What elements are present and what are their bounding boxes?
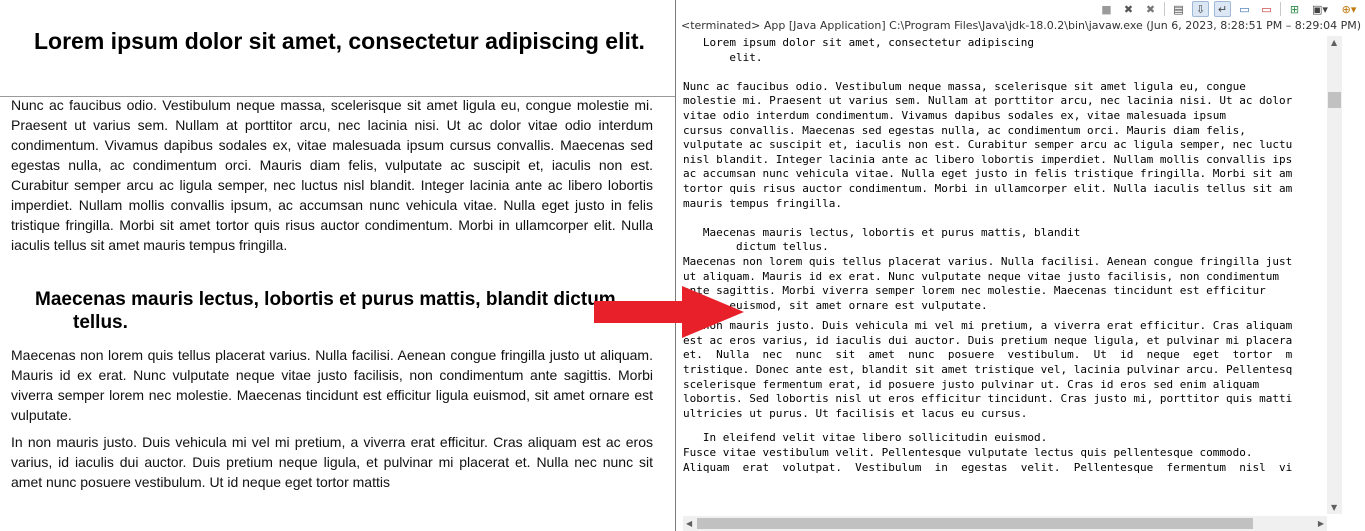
arrow-shape: [594, 286, 744, 338]
document-heading-2: Maecenas mauris lectus, lobortis et puru…: [35, 289, 616, 333]
console-output-block: Maecenas mauris lectus, lobortis et puru…: [683, 225, 1293, 312]
scroll-up-icon[interactable]: ▲: [1331, 38, 1337, 47]
display-console-icon[interactable]: ▣▾: [1308, 1, 1332, 17]
remove-all-icon[interactable]: ✖: [1142, 1, 1159, 17]
terminate-icon[interactable]: ■: [1098, 1, 1115, 17]
document-paragraph-1: Nunc ac faucibus odio. Vestibulum neque …: [11, 97, 653, 253]
console-output-block: Lorem ipsum dolor sit amet, consectetur …: [702, 36, 1035, 64]
red-arrow-annotation-icon: [594, 286, 744, 338]
console-output[interactable]: Lorem ipsum dolor sit amet, consectetur …: [683, 36, 1327, 514]
console-spacer: [683, 421, 1327, 431]
console-output-block: In non mauris justo. Duis vehicula mi ve…: [683, 319, 1293, 420]
vertical-scrollbar[interactable]: ▲ ▼: [1327, 36, 1342, 514]
console-toolbar: ■ ✖ ✖ ▤ ⇩ ↵ ▭ ▭ ⊞ ▣▾ ⊕▾: [677, 0, 1365, 18]
console-launch-status: <terminated> App [Java Application] C:\P…: [681, 19, 1365, 32]
horizontal-scroll-thumb[interactable]: [697, 518, 1253, 529]
open-console-icon[interactable]: ⊕▾: [1337, 1, 1361, 17]
word-wrap-icon[interactable]: ↵: [1214, 1, 1231, 17]
document-heading-1: Lorem ipsum dolor sit amet, consectetur …: [34, 28, 645, 54]
toolbar-separator: [1280, 2, 1281, 16]
horizontal-scrollbar[interactable]: ◀ ▶: [683, 516, 1327, 531]
remove-launch-icon[interactable]: ✖: [1120, 1, 1137, 17]
console-output-block: In eleifend velit vitae libero sollicitu…: [683, 431, 1293, 474]
scroll-down-icon[interactable]: ▼: [1331, 503, 1337, 512]
clear-console-icon[interactable]: ▤: [1170, 1, 1187, 17]
document-divider: [0, 96, 675, 97]
show-stdout-icon[interactable]: ▭: [1236, 1, 1253, 17]
scroll-left-icon[interactable]: ◀: [686, 519, 692, 528]
document-preview-pane: Lorem ipsum dolor sit amet, consectetur …: [0, 0, 676, 531]
console-output-block: Nunc ac faucibus odio. Vestibulum neque …: [683, 79, 1293, 210]
scroll-lock-icon[interactable]: ⇩: [1192, 1, 1209, 17]
document-paragraph-3: In non mauris justo. Duis vehicula mi ve…: [11, 434, 653, 490]
toolbar-separator: [1164, 2, 1165, 16]
scroll-right-icon[interactable]: ▶: [1318, 519, 1324, 528]
vertical-scroll-thumb[interactable]: [1328, 92, 1341, 108]
console-view: ■ ✖ ✖ ▤ ⇩ ↵ ▭ ▭ ⊞ ▣▾ ⊕▾ <terminated> App…: [677, 0, 1365, 531]
document-paragraph-2: Maecenas non lorem quis tellus placerat …: [11, 347, 653, 423]
pin-console-icon[interactable]: ⊞: [1286, 1, 1303, 17]
document-content: Lorem ipsum dolor sit amet, consectetur …: [11, 0, 653, 492]
show-stderr-icon[interactable]: ▭: [1258, 1, 1275, 17]
